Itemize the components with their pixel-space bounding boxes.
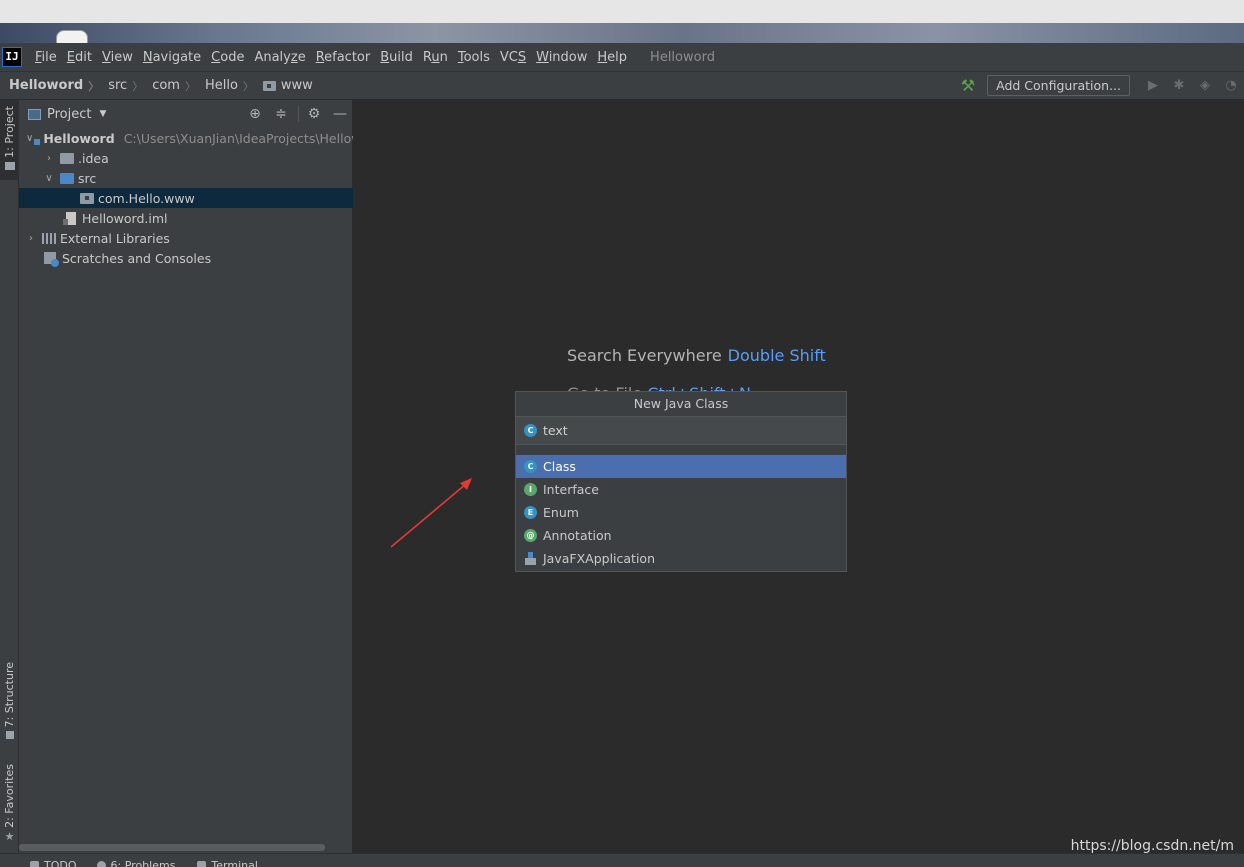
kind-interface[interactable]: I Interface: [516, 478, 846, 501]
intellij-logo-icon: IJ: [2, 47, 22, 67]
tool-tab-favorites[interactable]: 2: Favorites ★: [0, 764, 19, 843]
folder-icon: [60, 152, 74, 164]
menu-file[interactable]: File: [30, 50, 62, 65]
hammer-icon[interactable]: ⚒: [961, 76, 975, 95]
breadcrumb-www[interactable]: www: [254, 78, 313, 93]
chevron-down-icon[interactable]: ∨: [26, 133, 33, 144]
kind-javafx-application[interactable]: JavaFXApplication: [516, 547, 846, 570]
menu-edit[interactable]: Edit: [62, 50, 97, 65]
source-folder-icon: [60, 172, 74, 184]
coverage-icon[interactable]: ◈: [1192, 78, 1218, 93]
interface-icon: I: [524, 483, 537, 496]
class-name-input[interactable]: [543, 423, 823, 438]
tree-item-idea[interactable]: › .idea: [19, 148, 353, 168]
kind-class[interactable]: C Class: [516, 455, 846, 478]
class-icon: C: [524, 460, 537, 473]
menu-view[interactable]: View: [97, 50, 138, 65]
package-icon: [80, 192, 94, 204]
libraries-icon: [42, 232, 56, 244]
tree-item-package[interactable]: com.Hello.www: [19, 188, 353, 208]
kind-annotation[interactable]: @ Annotation: [516, 524, 846, 547]
project-tool-window: Project ▼ ⊕ ≑ ⚙ — ∨ Helloword C:\Users\X…: [19, 100, 353, 853]
chevron-down-icon[interactable]: ▼: [99, 109, 106, 119]
enum-icon: E: [524, 506, 537, 519]
javafx-icon: [524, 552, 537, 565]
menu-analyze[interactable]: Analyze: [249, 50, 310, 65]
terminal-icon: [197, 861, 207, 867]
project-view-icon: [28, 108, 41, 120]
tree-item-project-root[interactable]: ∨ Helloword C:\Users\XuanJian\IdeaProjec…: [19, 128, 353, 148]
breadcrumb-hello[interactable]: Hello 〉: [196, 78, 254, 94]
menu-vcs[interactable]: VCS: [495, 50, 531, 65]
debug-icon[interactable]: ✱: [1166, 78, 1192, 93]
menu-tools[interactable]: Tools: [453, 50, 495, 65]
tree-item-src[interactable]: ∨ src: [19, 168, 353, 188]
kind-enum[interactable]: E Enum: [516, 501, 846, 524]
tool-tab-problems[interactable]: 6: Problems: [96, 854, 175, 867]
desktop-wallpaper: [0, 23, 1244, 43]
navigation-bar: Helloword 〉 src 〉 com 〉 Hello 〉 www ⚒ Add Co…: [0, 71, 1244, 100]
folder-icon: [4, 161, 15, 170]
menu-help[interactable]: Help: [592, 50, 632, 65]
menu-window[interactable]: Window: [531, 50, 592, 65]
menu-code[interactable]: Code: [206, 50, 249, 65]
annotation-icon: @: [524, 529, 537, 542]
tree-item-scratches[interactable]: Scratches and Consoles: [19, 248, 353, 268]
tree-item-external-libraries[interactable]: › External Libraries: [19, 228, 353, 248]
tool-tab-terminal[interactable]: Terminal: [197, 854, 258, 867]
class-kind-list: C Class I Interface E Enum @ Annotation …: [516, 445, 846, 570]
breadcrumb-project[interactable]: Helloword 〉: [0, 78, 99, 94]
desktop-app-icon: [56, 30, 88, 44]
menu-bar: IJ File Edit View Navigate Code Analyze …: [0, 43, 1244, 71]
collapse-all-icon[interactable]: ≑: [271, 104, 291, 124]
menu-run[interactable]: Run: [418, 50, 453, 65]
chevron-right-icon[interactable]: ›: [26, 233, 36, 244]
tool-tab-structure[interactable]: 7: Structure: [0, 662, 19, 743]
search-everywhere-hint: Search Everywhere Double Shift: [567, 346, 826, 365]
breadcrumb-src[interactable]: src 〉: [99, 78, 143, 94]
structure-icon: [5, 731, 14, 740]
watermark-text: https://blog.csdn.net/m: [1070, 838, 1234, 854]
project-panel-title[interactable]: Project: [47, 107, 91, 122]
package-folder-icon: [262, 80, 276, 91]
dialog-title: New Java Class: [516, 392, 846, 417]
new-java-class-dialog: New Java Class C C Class I Interface E E…: [515, 391, 847, 572]
tool-tab-project[interactable]: 1: Project: [0, 100, 19, 180]
profile-icon[interactable]: ◔: [1218, 78, 1244, 93]
project-panel-header: Project ▼ ⊕ ≑ ⚙ —: [19, 100, 353, 128]
tool-tab-todo[interactable]: TODO: [30, 854, 77, 867]
minimize-icon[interactable]: —: [330, 104, 350, 124]
desktop-strip: [0, 0, 1244, 23]
run-icon[interactable]: ▶: [1140, 78, 1166, 93]
class-name-field-row: C: [516, 417, 846, 445]
bottom-tool-bar: TODO 6: Problems Terminal: [0, 853, 1244, 867]
menu-build[interactable]: Build: [375, 50, 418, 65]
annotation-arrow: [390, 478, 472, 548]
todo-icon: [30, 861, 39, 867]
horizontal-scrollbar[interactable]: [19, 844, 325, 851]
tree-item-iml[interactable]: Helloword.iml: [19, 208, 353, 228]
locate-icon[interactable]: ⊕: [245, 104, 265, 124]
window-title: Helloword: [650, 49, 715, 65]
chevron-right-icon[interactable]: ›: [44, 153, 54, 164]
toolbar-divider: [298, 106, 299, 122]
iml-file-icon: [63, 211, 76, 225]
add-configuration-button[interactable]: Add Configuration...: [987, 75, 1130, 96]
breadcrumb-com[interactable]: com 〉: [143, 78, 196, 94]
left-tool-strip: 1: Project 7: Structure 2: Favorites ★: [0, 100, 19, 853]
menu-navigate[interactable]: Navigate: [138, 50, 206, 65]
class-icon: C: [524, 424, 537, 437]
gear-icon[interactable]: ⚙: [304, 104, 324, 124]
problems-icon: [96, 861, 106, 867]
scratches-icon: [44, 252, 59, 267]
menu-refactor[interactable]: Refactor: [311, 50, 376, 65]
star-icon: ★: [4, 829, 15, 843]
chevron-down-icon[interactable]: ∨: [44, 173, 54, 184]
